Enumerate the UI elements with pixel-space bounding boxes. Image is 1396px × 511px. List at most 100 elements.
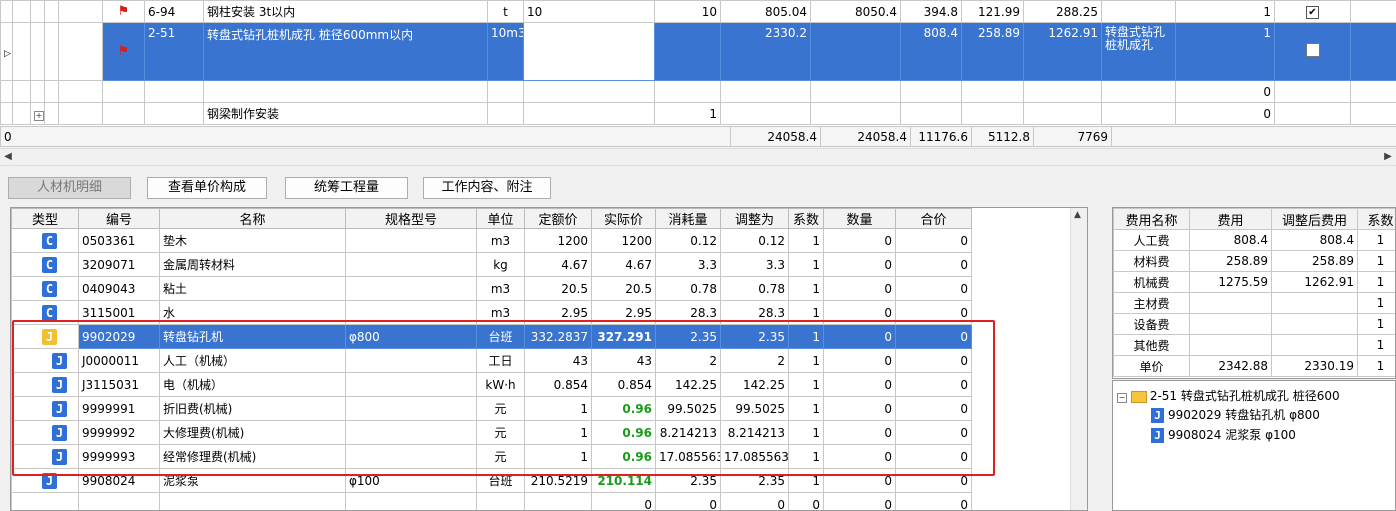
row-count: 0	[1175, 102, 1275, 125]
cell-base	[524, 492, 592, 510]
fee-row[interactable]: 其他费 1	[1113, 334, 1395, 356]
scroll-right-icon[interactable]: ▶	[1380, 149, 1396, 165]
cell-total: 0	[895, 324, 972, 349]
col-fee-adjusted[interactable]: 调整后费用	[1271, 208, 1358, 230]
row-p1: 805.04	[720, 0, 811, 23]
machine-type-icon: J	[52, 448, 67, 465]
col-spec[interactable]: 规格型号	[345, 208, 477, 229]
fee-cell-coef: 1	[1357, 229, 1395, 251]
tab-overall-quantity[interactable]: 统筹工程量	[285, 177, 408, 199]
fee-cell-adj: 808.4	[1271, 229, 1358, 251]
resource-row[interactable]: C 0409043 粘土 m3 20.5 20.5 0.78 0.78 1 0 0	[11, 276, 972, 301]
fee-header-row: 费用名称 费用 调整后费用 系数	[1113, 208, 1395, 230]
machine-type-icon: J	[52, 424, 67, 441]
cell-actual: 0	[591, 492, 656, 510]
fee-row[interactable]: 机械费 1275.59 1262.91 1	[1113, 271, 1395, 293]
resource-row[interactable]: 000000	[11, 492, 972, 510]
cell-spec	[345, 492, 477, 510]
material-type-icon: C	[42, 304, 57, 321]
tab-work-content[interactable]: 工作内容、附注	[423, 177, 551, 199]
tree-item[interactable]: J 9908024 泥浆泵 φ100	[1151, 426, 1296, 444]
fee-row[interactable]: 设备费 1	[1113, 313, 1395, 335]
resource-row[interactable]: J J3115031 电（机械） kW·h 0.854 0.854 142.25 142.25…	[11, 372, 972, 397]
row-name: 钢柱安装 3t以内	[203, 0, 488, 23]
fee-cell-fee: 258.89	[1189, 250, 1272, 272]
col-fee[interactable]: 费用	[1189, 208, 1272, 230]
tab-labor-material-machine[interactable]: 人材机明细	[8, 177, 131, 199]
fee-row[interactable]: 单价 2342.88 2330.19 1	[1113, 355, 1395, 377]
upper-row[interactable]: + 钢梁制作安装 1 0	[0, 102, 1396, 125]
folder-icon	[1130, 390, 1147, 403]
fee-rows: 人工费 808.4 808.4 1 材料费 258.89 258.89 1 机械费 1275.59…	[1113, 229, 1395, 377]
resource-row[interactable]: C 3209071 金属周转材料 kg 4.67 4.67 3.3 3.3 1 0 0	[11, 252, 972, 277]
tree-item[interactable]: J 9902029 转盘钻孔机 φ800	[1151, 406, 1320, 424]
row-checkbox[interactable]: ✔	[1306, 6, 1319, 19]
cell-qty: 0	[823, 420, 896, 445]
expand-icon[interactable]: +	[34, 110, 44, 121]
col-type[interactable]: 类型	[11, 208, 79, 229]
resource-row[interactable]: J 9999992 大修理费(机械) 元 1 0.96 8.214213 8.214213 1 0…	[11, 420, 972, 445]
composition-tree: − 2-51 转盘式钻孔桩机成孔 桩径600 J 9902029 转盘钻孔机 φ8…	[1112, 380, 1396, 511]
col-total[interactable]: 合价	[895, 208, 972, 229]
cell-code: 9902029	[78, 324, 160, 349]
cell-coef: 1	[788, 276, 824, 301]
col-adjusted[interactable]: 调整为	[720, 208, 789, 229]
col-quantity[interactable]: 数量	[823, 208, 896, 229]
cell-unit: 元	[476, 420, 525, 445]
col-coefficient[interactable]: 系数	[788, 208, 824, 229]
cell-name: 转盘钻孔机	[159, 324, 346, 349]
cell-adj: 0.78	[720, 276, 789, 301]
cell-cons: 17.085563	[655, 444, 721, 469]
col-consumption[interactable]: 消耗量	[655, 208, 721, 229]
cell-adj: 3.3	[720, 252, 789, 277]
resource-row[interactable]: C 0503361 垫木 m3 1200 1200 0.12 0.12 1 0 0	[11, 228, 972, 253]
vertical-scrollbar[interactable]: ▲	[1070, 208, 1087, 510]
row-name: 转盘式钻孔桩机成孔 桩径600mm以内	[203, 22, 488, 81]
row-checkbox[interactable]	[1305, 43, 1320, 57]
resource-row[interactable]: J 9902029 转盘钻孔机 φ800 台班 332.2837 327.291 2.35 2.…	[11, 324, 972, 349]
horizontal-scrollbar[interactable]: ◀ ▶	[0, 148, 1396, 166]
tab-unit-price-composition[interactable]: 查看单价构成	[147, 177, 267, 199]
cell-qty: 0	[823, 444, 896, 469]
cell-name: 粘土	[159, 276, 346, 301]
material-type-icon: C	[42, 280, 57, 297]
col-base-price[interactable]: 定额价	[524, 208, 592, 229]
cell-coef: 1	[788, 348, 824, 373]
cell-actual: 1200	[591, 228, 656, 253]
resource-row[interactable]: C 3115001 水 m3 2.95 2.95 28.3 28.3 1 0 0	[11, 300, 972, 325]
collapse-icon[interactable]: −	[1117, 393, 1127, 403]
upper-row[interactable]: ⚑ 6-94 钢柱安装 3t以内 t 10 10 805.04 8050.4 3…	[0, 0, 1396, 23]
col-fee-coef[interactable]: 系数	[1357, 208, 1395, 230]
upper-row[interactable]: 0	[0, 80, 1396, 103]
col-unit[interactable]: 单位	[476, 208, 525, 229]
fee-row[interactable]: 材料费 258.89 258.89 1	[1113, 250, 1395, 272]
cell-unit: m3	[476, 300, 525, 325]
fee-cell-coef: 1	[1357, 334, 1395, 356]
col-name[interactable]: 名称	[159, 208, 346, 229]
row-p5: 1262.91	[1023, 22, 1102, 81]
scroll-left-icon[interactable]: ◀	[0, 149, 16, 165]
cell-coef: 1	[788, 420, 824, 445]
col-fee-name[interactable]: 费用名称	[1113, 208, 1190, 230]
cell-code: 9908024	[78, 468, 160, 493]
scroll-up-icon[interactable]: ▲	[1074, 210, 1081, 220]
fee-row[interactable]: 人工费 808.4 808.4 1	[1113, 229, 1395, 251]
cell-total: 0	[895, 228, 972, 253]
resource-row[interactable]: J 9999993 经常修理费(机械) 元 1 0.96 17.085563 17.08556…	[11, 444, 972, 469]
fee-row[interactable]: 主材费 1	[1113, 292, 1395, 314]
resource-row[interactable]: J 9999991 折旧费(机械) 元 1 0.96 99.5025 99.5025 1 0 0	[11, 396, 972, 421]
resource-row[interactable]: J J0000011 人工（机械） 工日 43 43 2 2 1 0 0	[11, 348, 972, 373]
tree-item-label: 9908024 泥浆泵 φ100	[1168, 428, 1296, 442]
row-p3: 394.8	[900, 0, 962, 23]
cell-actual: 20.5	[591, 276, 656, 301]
fee-cell-coef: 1	[1357, 355, 1395, 377]
row-unit: 10m3	[487, 22, 524, 81]
col-actual-price[interactable]: 实际价	[591, 208, 656, 229]
resource-row[interactable]: J 9908024 泥浆泵 φ100 台班 210.5219 210.114 2.35 2.35…	[11, 468, 972, 493]
cell-actual: 2.95	[591, 300, 656, 325]
col-code[interactable]: 编号	[78, 208, 160, 229]
upper-row-selected[interactable]: ▷ ⚑ 2-51 转盘式钻孔桩机成孔 桩径600mm以内 10m3 2330.2…	[0, 22, 1396, 81]
resource-detail-grid: 类型 编号 名称 规格型号 单位 定额价 实际价 消耗量 调整为 系数 数量 合…	[10, 207, 1088, 511]
tree-root[interactable]: − 2-51 转盘式钻孔桩机成孔 桩径600	[1117, 387, 1340, 405]
cell-adj: 2	[720, 348, 789, 373]
